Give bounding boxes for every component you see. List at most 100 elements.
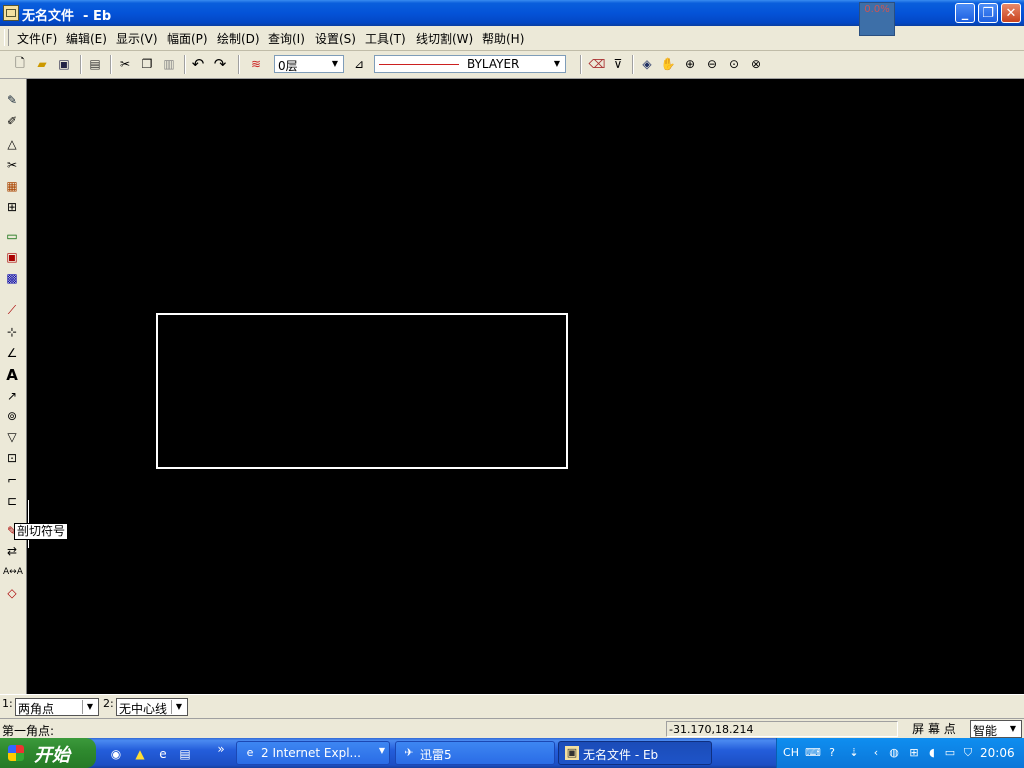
cut-icon[interactable]: ✂ [116, 55, 134, 73]
menu-file[interactable]: 文件(F) [17, 30, 57, 47]
linetype-select[interactable]: BYLAYER ▼ [374, 55, 566, 73]
pen-icon[interactable]: ✎ [3, 91, 21, 109]
coordinate-icon[interactable]: ⊹ [3, 323, 21, 341]
task-eb-active[interactable]: ▣ 无名文件 - Eb [558, 741, 712, 765]
text-replace-icon[interactable]: A↔A [3, 563, 23, 581]
roughness-icon[interactable]: ▽ [3, 428, 21, 446]
zoom-realtime-icon[interactable]: ⊕ [681, 55, 699, 73]
close-button[interactable]: ✕ [1001, 3, 1021, 23]
dimension-icon[interactable]: △ [3, 135, 21, 153]
xunlei-icon: ✈ [404, 746, 414, 759]
print-icon[interactable]: ▤ [86, 55, 104, 73]
open-folder-icon[interactable]: ▰ [33, 55, 51, 73]
tray-arrow-icon[interactable]: ⇣ [847, 746, 861, 760]
block-icon[interactable]: ▦ [3, 177, 21, 195]
help-icon[interactable]: ? [825, 746, 839, 760]
menu-settings[interactable]: 设置(S) [315, 30, 356, 47]
quick-launch-more-icon[interactable]: » [213, 741, 229, 757]
brush-icon[interactable]: ✐ [3, 112, 21, 130]
task-internet-explorer[interactable]: e 2 Internet Expl... ▼ [236, 741, 390, 765]
status-bar: 第一角点: -31.170,18.214 屏 幕 点 智能 ▼ [0, 718, 1024, 739]
filter-icon[interactable]: ⊽ [609, 55, 627, 73]
printer-quick-launch-icon[interactable]: ▤ [177, 746, 193, 762]
tray-collapse-icon[interactable]: ‹ [869, 746, 883, 760]
minimize-button[interactable]: _ [955, 3, 975, 23]
chevron-down-icon[interactable]: ▼ [379, 746, 385, 755]
command-prompt: 第一角点: [2, 724, 55, 738]
monitor-icon[interactable]: ▭ [943, 746, 957, 760]
tray-app-icon[interactable]: ◍ [887, 746, 901, 760]
zoom-all-icon[interactable]: ⊗ [747, 55, 765, 73]
linetype-select-value: BYLAYER [467, 57, 520, 71]
menu-draw[interactable]: 绘制(D) [217, 30, 260, 47]
security-shield-icon[interactable]: ⛉ [961, 746, 975, 760]
snap-mode[interactable]: 屏 幕 点 [902, 721, 966, 737]
menu-query[interactable]: 查询(I) [268, 30, 305, 47]
maximize-button[interactable]: ❐ [978, 3, 998, 23]
toolbar-separator [184, 55, 186, 74]
menu-wire-cut[interactable]: 线切割(W) [416, 30, 473, 47]
menu-page[interactable]: 幅面(P) [167, 30, 208, 47]
volume-icon[interactable]: ◖ [925, 746, 939, 760]
library-icon[interactable]: ▭ [3, 227, 21, 245]
leader-icon[interactable]: ↗ [3, 387, 21, 405]
layer-select-value: 0层 [278, 59, 298, 73]
copy-icon[interactable]: ❐ [138, 55, 156, 73]
command-options-bar: 1: 两角点 ▼ 2: 无中心线 ▼ [0, 694, 1024, 719]
trim-icon[interactable]: ✂ [3, 156, 21, 174]
weld-symbol-icon[interactable]: ⊚ [3, 407, 21, 425]
chevron-down-icon[interactable]: ▼ [1006, 722, 1020, 736]
option-2-select[interactable]: 无中心线 ▼ [116, 698, 188, 716]
ruler-icon[interactable]: ⟋ [3, 301, 21, 319]
language-indicator[interactable]: CH [781, 746, 801, 760]
quick-launch-icon[interactable]: ◉ [108, 746, 124, 762]
save-icon[interactable]: ▣ [55, 55, 73, 73]
chevron-down-icon[interactable]: ▼ [82, 700, 97, 714]
label-icon[interactable]: ⊏ [3, 492, 21, 510]
new-file-icon[interactable]: 🗋 [11, 55, 29, 73]
tolerance-icon[interactable]: ⌐ [3, 471, 21, 489]
chevron-down-icon[interactable]: ▼ [328, 57, 342, 71]
edit-dimension-icon[interactable]: ◇ [3, 584, 21, 602]
clock[interactable]: 20:06 [980, 746, 1015, 760]
task-xunlei[interactable]: ✈ 迅雷5 [395, 741, 555, 765]
image-icon[interactable]: ▩ [3, 269, 21, 287]
quick-launch-warning-icon[interactable]: ▲ [132, 746, 148, 762]
pan-icon[interactable]: ✋ [659, 55, 677, 73]
view-arrow-icon[interactable]: ⇄ [3, 542, 21, 560]
angle-icon[interactable]: ∠ [3, 344, 21, 362]
menu-edit[interactable]: 编辑(E) [66, 30, 107, 47]
menu-help[interactable]: 帮助(H) [482, 30, 524, 47]
chevron-down-icon[interactable]: ▼ [550, 57, 564, 71]
linetype-icon[interactable]: ⊿ [350, 55, 368, 73]
chevron-down-icon[interactable]: ▼ [171, 700, 186, 714]
app-icon[interactable] [3, 5, 19, 21]
option-1-select[interactable]: 两角点 ▼ [15, 698, 99, 716]
eraser-icon[interactable]: ⌫ [588, 55, 606, 73]
hatch-icon[interactable]: ⊞ [3, 198, 21, 216]
undo-icon[interactable]: ↶ [189, 55, 207, 73]
menu-view[interactable]: 显示(V) [116, 30, 158, 47]
start-button[interactable]: 开始 [0, 738, 96, 768]
delete-block-icon[interactable]: ▣ [3, 248, 21, 266]
start-label: 开始 [34, 745, 70, 766]
zoom-window-icon[interactable]: ⊙ [725, 55, 743, 73]
smart-mode-select[interactable]: 智能 ▼ [970, 720, 1022, 738]
text-icon[interactable]: A [3, 366, 21, 384]
keyboard-icon[interactable]: ⌨ [805, 746, 821, 760]
zoom-out-icon[interactable]: ⊖ [703, 55, 721, 73]
toolbar-separator [632, 55, 634, 74]
network-icon[interactable]: ⊞ [907, 746, 921, 760]
redo-icon[interactable]: ↷ [211, 55, 229, 73]
menu-grip[interactable] [4, 29, 9, 46]
menu-tools[interactable]: 工具(T) [365, 30, 406, 47]
layer-select[interactable]: 0层 ▼ [274, 55, 344, 73]
datum-icon[interactable]: ⊡ [3, 449, 21, 467]
ie-quick-launch-icon[interactable]: e [155, 746, 171, 762]
drawing-canvas[interactable] [27, 79, 1024, 694]
drawn-rectangle[interactable] [156, 313, 568, 469]
layer-icon[interactable]: ≋ [247, 55, 265, 73]
progress-badge: 0.0% [859, 2, 895, 36]
paste-icon[interactable]: ▥ [160, 55, 178, 73]
redraw-icon[interactable]: ◈ [638, 55, 656, 73]
